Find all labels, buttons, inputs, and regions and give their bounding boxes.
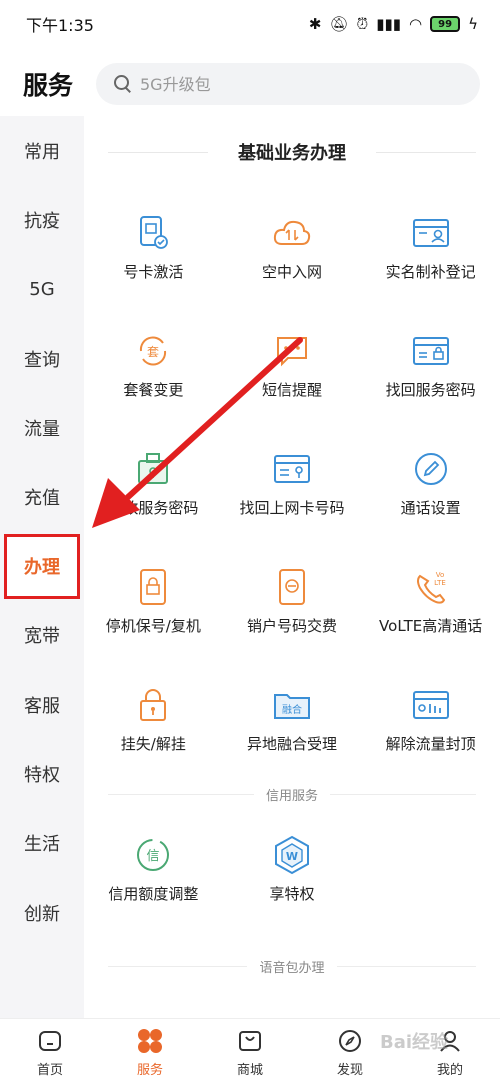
signal-icon: ▮▮▮ (376, 15, 401, 33)
service-credit-limit-adjust[interactable]: 信 信用额度调整 (84, 810, 223, 928)
sidebar-item-recharge[interactable]: 充值 (0, 462, 84, 531)
service-package-change[interactable]: 套 套餐变更 (84, 306, 223, 424)
service-remove-data-cap[interactable]: 解除流量封顶 (361, 660, 500, 778)
service-modify-password[interactable]: 修改服务密码 (84, 424, 223, 542)
home-icon (35, 1026, 65, 1056)
category-sidebar: 常用 抗疫 5G 查询 流量 充值 办理 宽带 客服 特权 生活 创新 (0, 116, 84, 1018)
sidebar-item-privilege[interactable]: 特权 (0, 739, 84, 808)
phone-minus-icon (272, 567, 312, 607)
charging-icon: ϟ (468, 15, 478, 33)
tab-home[interactable]: 首页 (0, 1019, 100, 1084)
status-icons: ✱ 🔕︎ ⏰︎ ▮▮▮ ◠ 99 ϟ (309, 15, 478, 33)
page-title: 服务 (22, 71, 73, 100)
watermark: Bai经验 (380, 1032, 449, 1053)
svg-text:信: 信 (147, 849, 160, 864)
alarm-icon: ⏰︎ (356, 15, 369, 33)
search-icon (114, 75, 132, 93)
phone-lock-icon (133, 567, 173, 607)
section-basic-header: 基础业务办理 (84, 116, 500, 188)
service-realname-registration[interactable]: 实名制补登记 (361, 188, 500, 306)
service-remote-merge[interactable]: 融合 异地融合受理 (223, 660, 362, 778)
tab-service[interactable]: 服务 (100, 1019, 200, 1084)
tab-mall[interactable]: 商城 (200, 1019, 300, 1084)
sidebar-item-innovation[interactable]: 创新 (0, 878, 84, 947)
wifi-icon: ◠ (409, 15, 423, 33)
sidebar-item-life[interactable]: 生活 (0, 809, 84, 878)
data-chart-icon (411, 685, 451, 725)
shopping-bag-icon (235, 1026, 265, 1056)
cloud-icon (272, 213, 312, 253)
mute-icon: 🔕︎ (329, 15, 349, 33)
modify-password-icon (133, 449, 173, 489)
status-bar: 下午1:35 ✱ 🔕︎ ⏰︎ ▮▮▮ ◠ 99 ϟ (0, 0, 500, 48)
sidebar-item-common[interactable]: 常用 (0, 116, 84, 185)
password-lock-icon (411, 331, 451, 371)
main-content: 基础业务办理 号卡激活 空中入网 实名制补登记 套 套餐变更 短信提醒 找回服务… (84, 116, 500, 1018)
section-voice-title: 语音包办理 (247, 956, 337, 976)
id-card-icon (411, 213, 451, 253)
service-report-loss[interactable]: 挂失/解挂 (84, 660, 223, 778)
service-page: 下午1:35 ✱ 🔕︎ ⏰︎ ▮▮▮ ◠ 99 ϟ 服务 常用 抗疫 5G 查询… (0, 0, 500, 1084)
sidebar-item-handle[interactable]: 办理 (4, 533, 80, 599)
service-sim-activation[interactable]: 号卡激活 (84, 188, 223, 306)
privilege-hex-icon: W (272, 835, 312, 875)
search-box[interactable] (96, 63, 480, 105)
svg-text:LTE: LTE (434, 579, 446, 587)
sidebar-item-query[interactable]: 查询 (0, 324, 84, 393)
credit-icon: 信 (133, 835, 173, 875)
battery-icon: 99 (430, 16, 461, 32)
section-credit-title: 信用服务 (253, 784, 330, 804)
merge-folder-icon: 融合 (272, 685, 312, 725)
search-input[interactable] (140, 74, 440, 94)
svg-text:融合: 融合 (282, 703, 302, 716)
svg-text:套: 套 (147, 345, 159, 359)
service-enjoy-privilege[interactable]: W 享特权 (223, 810, 362, 928)
section-credit-header: 信用服务 (84, 778, 500, 810)
service-call-settings[interactable]: 通话设置 (361, 424, 500, 542)
service-sms-reminder[interactable]: 短信提醒 (223, 306, 362, 424)
service-recover-password[interactable]: 找回服务密码 (361, 306, 500, 424)
status-time: 下午1:35 (26, 16, 94, 35)
package-change-icon: 套 (133, 331, 173, 371)
basic-services-grid: 号卡激活 空中入网 实名制补登记 套 套餐变更 短信提醒 找回服务密码 修改服务… (84, 188, 500, 778)
sidebar-item-5g[interactable]: 5G (0, 255, 84, 324)
service-volte-call[interactable]: Vo LTE VoLTE高清通话 (361, 542, 500, 660)
section-voice-header: 语音包办理 (84, 950, 500, 982)
service-suspend-resume[interactable]: 停机保号/复机 (84, 542, 223, 660)
header: 服务 (0, 56, 500, 112)
svg-text:W: W (286, 850, 298, 863)
pencil-icon (411, 449, 451, 489)
service-air-network[interactable]: 空中入网 (223, 188, 362, 306)
service-clover-icon (135, 1026, 165, 1056)
sidebar-item-customer-service[interactable]: 客服 (0, 670, 84, 739)
sidebar-item-broadband[interactable]: 宽带 (0, 601, 84, 670)
sidebar-item-antiepidemic[interactable]: 抗疫 (0, 185, 84, 254)
sim-card-icon (133, 213, 173, 253)
volte-phone-icon: Vo LTE (411, 567, 451, 607)
padlock-icon (133, 685, 173, 725)
credit-services-grid: 信 信用额度调整 W 享特权 (84, 810, 500, 928)
card-key-icon (272, 449, 312, 489)
service-recover-datacard-number[interactable]: 找回上网卡号码 (223, 424, 362, 542)
section-basic-title: 基础业务办理 (226, 139, 358, 165)
sidebar-item-data[interactable]: 流量 (0, 393, 84, 462)
sms-icon (272, 331, 312, 371)
service-cancelled-number-payment[interactable]: 销户号码交费 (223, 542, 362, 660)
compass-icon (335, 1026, 365, 1056)
bluetooth-icon: ✱ (308, 15, 322, 33)
svg-text:Vo: Vo (435, 571, 444, 579)
